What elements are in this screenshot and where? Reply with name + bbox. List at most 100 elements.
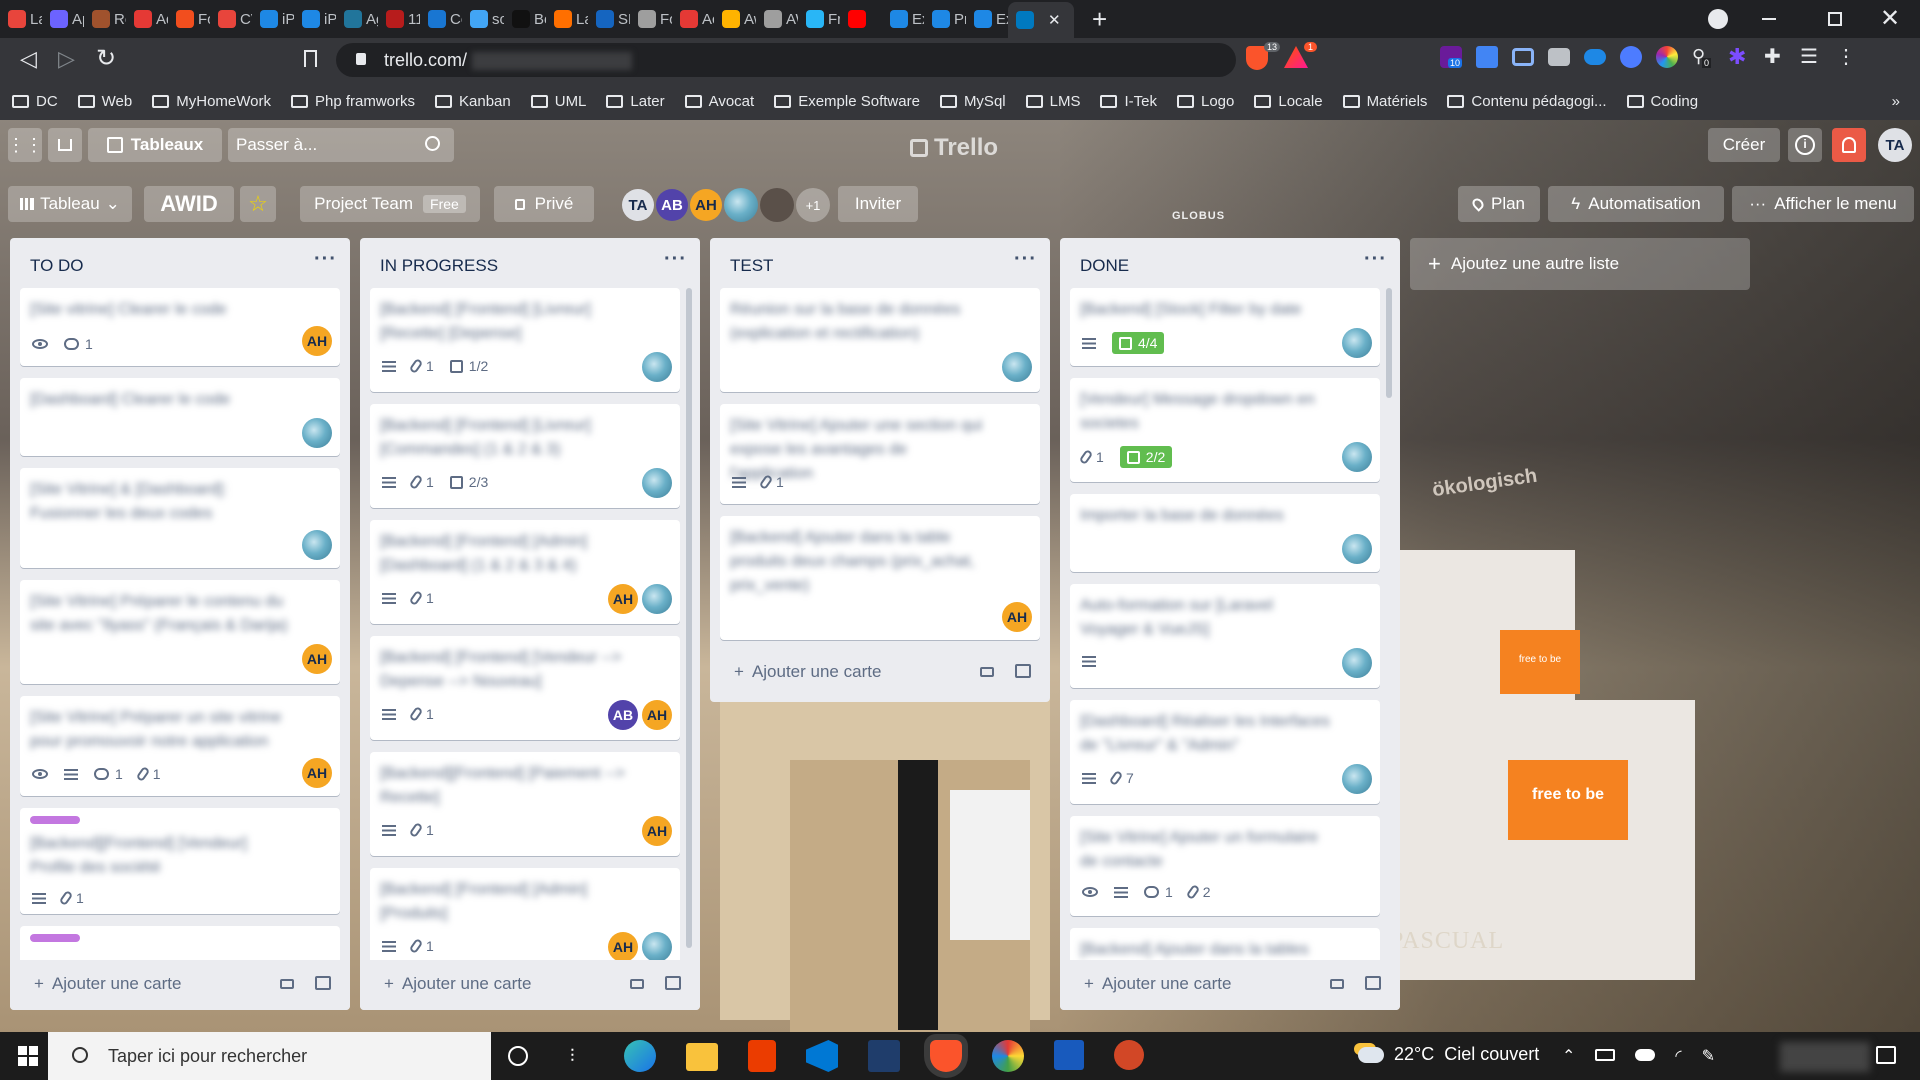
wifi-icon[interactable]: ◜ — [1675, 1046, 1681, 1066]
add-card-button[interactable]: + Ajouter une carte — [734, 662, 881, 682]
member-avatar-ah[interactable]: AH — [608, 584, 638, 614]
forward-icon[interactable]: ▷ — [58, 46, 75, 72]
list-menu-icon[interactable]: ··· — [1364, 248, 1387, 271]
add-list-button[interactable]: + Ajoutez une autre liste — [1410, 238, 1750, 290]
pen-icon[interactable]: ✎ — [1702, 1046, 1715, 1066]
translate-icon[interactable] — [1476, 46, 1498, 68]
bookmark-folder[interactable]: Matériels — [1342, 93, 1427, 110]
browser-tab[interactable]: iPor — [252, 4, 294, 34]
bookmark-folder[interactable]: Exemple Software — [774, 93, 920, 110]
list-menu-icon[interactable]: ··· — [1014, 248, 1037, 271]
browser-tab[interactable]: Awi — [714, 4, 756, 34]
card[interactable]: Auto-formation sur [Laravel Voyager & Vu… — [1070, 584, 1380, 688]
card[interactable]: [Dashboard] Clearer le code — [20, 378, 340, 456]
create-button[interactable]: Créer — [1708, 128, 1780, 162]
browser-tab[interactable]: La p — [0, 4, 42, 34]
extension-purple-icon[interactable]: 10 — [1440, 46, 1463, 68]
card[interactable]: [Backend][Frontend] [Vendeur] Profile de… — [20, 808, 340, 914]
card-template-icon[interactable] — [315, 976, 331, 990]
card[interactable]: [Vendeur] Message dropdown en societes 1… — [1070, 378, 1380, 482]
board-name-button[interactable]: AWID — [144, 186, 234, 222]
show-menu-button[interactable]: ··· Afficher le menu — [1732, 186, 1914, 222]
member-avatar-ab[interactable]: AB — [656, 189, 688, 221]
browser-tab[interactable]: Ape — [42, 4, 84, 34]
card[interactable]: [Dashboard] Réaliser les Interfaces de "… — [1070, 700, 1380, 804]
browser-tab[interactable]: 116 — [378, 4, 420, 34]
card[interactable]: [Backend] [Stock] Filter by date 4/4 — [1070, 288, 1380, 366]
back-icon[interactable]: ◁ — [20, 46, 37, 72]
bookmark-folder[interactable]: Php framworks — [290, 93, 415, 110]
app-icon[interactable] — [868, 1040, 900, 1072]
browser-tab[interactable]: Cor — [420, 4, 462, 34]
add-card-button[interactable]: + Ajouter une carte — [384, 974, 531, 994]
extra-members-count[interactable]: +1 — [796, 188, 830, 222]
browser-tab[interactable]: For — [168, 4, 210, 34]
member-avatar[interactable] — [724, 188, 758, 222]
battery-icon[interactable] — [1595, 1049, 1616, 1061]
card-template-icon[interactable] — [980, 667, 994, 677]
browser-tab[interactable]: CV — [210, 4, 252, 34]
card[interactable]: [Backend] [Frontend] [Admin] [Produits] … — [370, 868, 680, 972]
powerpoint-icon[interactable] — [1114, 1040, 1144, 1070]
bookmark-folder[interactable]: UML — [530, 93, 586, 110]
home-button[interactable] — [48, 128, 82, 162]
browser-tab[interactable]: SEM — [588, 4, 630, 34]
browser-tab[interactable]: AW — [756, 4, 798, 34]
view-switcher-button[interactable]: Tableau ⌄ — [8, 186, 132, 222]
camera-icon[interactable] — [1548, 48, 1570, 66]
member-avatar[interactable] — [1002, 352, 1032, 382]
member-avatar-ah[interactable]: AH — [302, 758, 332, 788]
close-tab-icon[interactable]: ✕ — [1048, 11, 1061, 29]
browser-tab[interactable]: Exe — [882, 4, 924, 34]
card-template-icon[interactable] — [1365, 976, 1381, 990]
bookmark-folder[interactable]: Later — [606, 93, 665, 110]
card[interactable]: Importer la base de données — [1070, 494, 1380, 572]
bookmark-folder[interactable]: Contenu pédagogi... — [1447, 93, 1607, 110]
minimize-button[interactable] — [1762, 18, 1776, 20]
onedrive-icon[interactable] — [1635, 1049, 1656, 1061]
card[interactable]: [Site Vitrine] & [Dashboard]: Fusionner … — [20, 468, 340, 568]
member-avatar[interactable] — [642, 584, 672, 614]
list-scrollbar[interactable] — [686, 288, 692, 948]
trello-logo[interactable]: Trello — [910, 134, 998, 162]
bookmark-folder[interactable]: Locale — [1254, 93, 1323, 110]
close-window-button[interactable]: ✕ — [1880, 4, 1900, 33]
member-avatar-ah[interactable]: AH — [302, 644, 332, 674]
visibility-button[interactable]: Privé — [494, 186, 594, 222]
card[interactable]: [Site vitrine] Clearer le code 1 AH — [20, 288, 340, 366]
member-avatar-ah[interactable]: AH — [642, 816, 672, 846]
bookmark-folder[interactable]: DC — [12, 93, 58, 110]
active-browser-tab[interactable]: ✕ — [1008, 2, 1074, 38]
word-icon[interactable] — [1054, 1040, 1084, 1070]
browser-tab[interactable]: sofi — [462, 4, 504, 34]
list-scrollbar[interactable] — [1386, 288, 1392, 398]
list-menu-icon[interactable]: ··· — [314, 248, 337, 271]
member-avatar-ah[interactable]: AH — [690, 189, 722, 221]
bookmark-folder[interactable]: Coding — [1626, 93, 1698, 110]
browser-tab[interactable]: Acc — [672, 4, 714, 34]
card[interactable]: [Backend] [Frontend] [Admin] [Dashboard]… — [370, 520, 680, 624]
card-template-icon[interactable] — [280, 979, 294, 989]
bookmark-page-icon[interactable] — [304, 50, 317, 67]
weather-widget[interactable]: 22°C Ciel couvert — [1358, 1044, 1539, 1065]
bookmark-folder[interactable]: Logo — [1176, 93, 1234, 110]
card-template-icon[interactable] — [1330, 979, 1344, 989]
card[interactable]: [Backend] [Frontend] [Livreur] [Commande… — [370, 404, 680, 508]
vscode-icon[interactable] — [806, 1040, 838, 1072]
link-ext-icon[interactable]: ⚲ 0 — [1692, 46, 1714, 68]
widgets-icon[interactable]: ⫶ — [570, 1046, 590, 1066]
maximize-button[interactable] — [1828, 12, 1842, 26]
card[interactable]: [Site Vitrine] Ajouter un formulaire de … — [1070, 816, 1380, 916]
plan-button[interactable]: Plan — [1458, 186, 1540, 222]
chevron-up-icon[interactable]: ⌃ — [1562, 1046, 1575, 1066]
bookmark-folder[interactable]: MySql — [939, 93, 1006, 110]
bookmark-folder[interactable]: MyHomeWork — [152, 93, 271, 110]
automation-button[interactable]: ϟ Automatisation — [1548, 186, 1724, 222]
card[interactable]: [Site Vitrine] Ajouter une section qui e… — [720, 404, 1040, 504]
taskbar-search-input[interactable]: Taper ici pour rechercher — [48, 1032, 491, 1080]
task-view-icon[interactable] — [508, 1046, 528, 1066]
card[interactable]: [Backend][Frontend] [Paiement --> Recett… — [370, 752, 680, 856]
member-avatar-ab[interactable]: AB — [608, 700, 638, 730]
workspace-button[interactable]: Project Team Free — [300, 186, 480, 222]
member-avatar[interactable] — [302, 530, 332, 560]
